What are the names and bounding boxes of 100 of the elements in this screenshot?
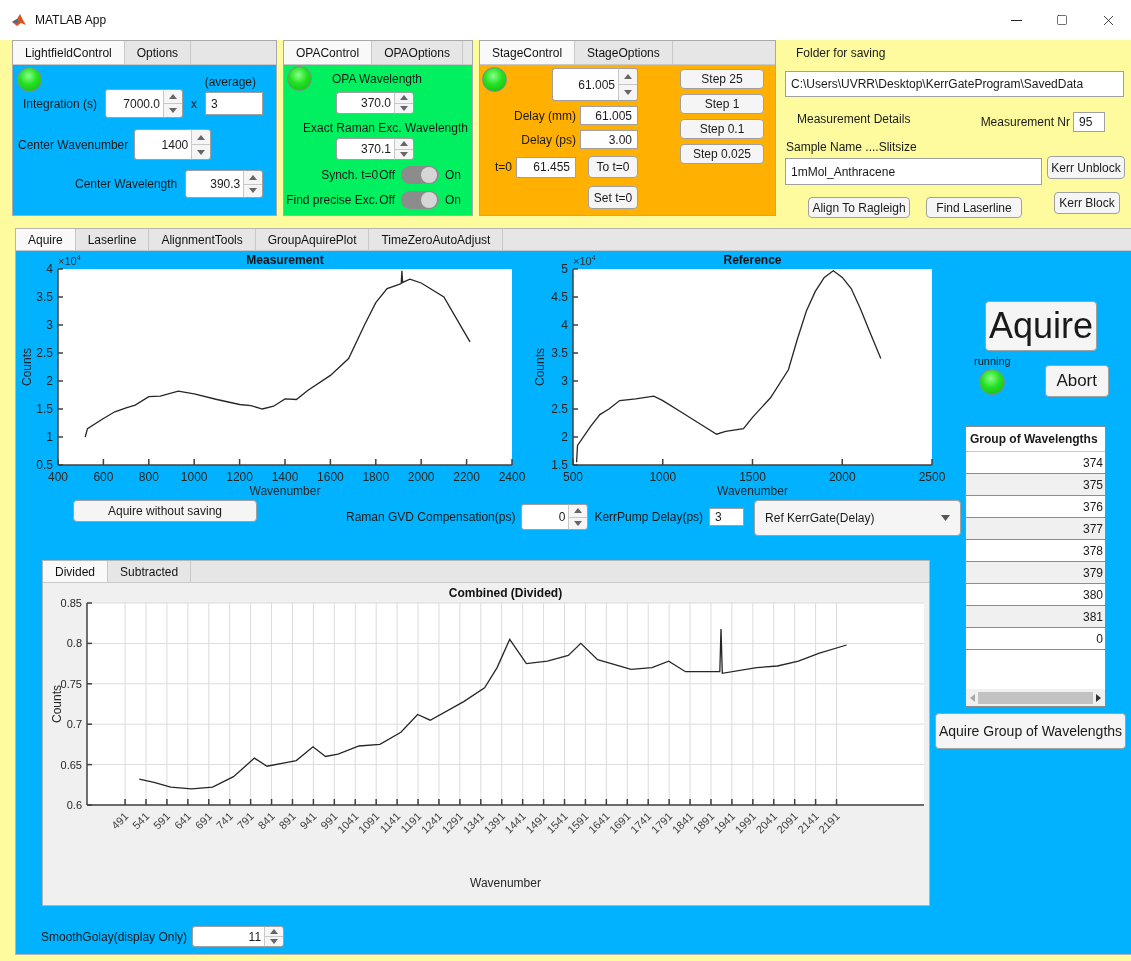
increment-button[interactable] <box>619 69 637 84</box>
increment-button[interactable] <box>395 93 413 103</box>
tick-label: 3.5 <box>36 290 53 304</box>
decrement-button[interactable] <box>395 102 413 113</box>
average-field[interactable]: 3 <box>205 92 264 115</box>
delay-mm-field[interactable]: 61.005 <box>580 106 638 125</box>
decrement-button[interactable] <box>619 84 637 100</box>
switch-label: Synch. t=0 <box>321 168 379 182</box>
tab[interactable]: LightfieldControl <box>13 41 125 64</box>
step-button[interactable]: Step 25 <box>680 69 764 89</box>
tick-label: 1000 <box>180 470 208 484</box>
step-button[interactable]: Step 0.025 <box>680 144 764 164</box>
tab[interactable]: OPAControl <box>284 41 373 64</box>
reference-dropdown[interactable]: Ref KerrGate(Delay) <box>754 500 962 536</box>
up-triangle-icon <box>400 95 408 101</box>
tick-label: 0.7 <box>66 718 82 731</box>
tick-label: 541 <box>129 809 152 832</box>
number-field[interactable]: 11 <box>192 926 265 947</box>
up-triangle-icon <box>249 174 258 180</box>
delay-ps-field[interactable]: 3.00 <box>580 130 638 149</box>
down-triangle-icon <box>400 151 408 157</box>
tick-label: 491 <box>109 809 131 832</box>
tick-label: 1.5 <box>36 402 53 416</box>
table-cell: 377 <box>966 518 1105 540</box>
step-button[interactable]: Step 0.1 <box>680 119 764 139</box>
tick-label: 2.5 <box>36 346 53 360</box>
kerrpump-delay-field[interactable]: 3 <box>709 508 745 526</box>
tick-label: 841 <box>255 809 277 832</box>
measurement-nr-field[interactable]: 95 <box>1073 112 1105 132</box>
field-label: Raman GVD Compensation(ps) <box>346 510 516 524</box>
tick-label: 1 <box>46 430 53 444</box>
maximize-icon <box>1056 14 1068 26</box>
increment-button[interactable] <box>164 90 183 103</box>
window-title: MATLAB App <box>35 13 107 27</box>
increment-button[interactable] <box>569 505 588 517</box>
tick-label: 791 <box>234 809 257 832</box>
tick-label: 2000 <box>407 470 435 484</box>
decrement-button[interactable] <box>265 936 284 946</box>
number-field[interactable]: 7000.0 <box>105 89 164 118</box>
down-triangle-icon <box>624 90 632 95</box>
aquire-without-saving-button[interactable]: Aquire without saving <box>73 500 257 522</box>
table-cell: 375 <box>966 474 1105 496</box>
sample-name-field[interactable]: 1mMol_Anthracene <box>785 158 1042 185</box>
number-field[interactable]: 0 <box>521 504 569 530</box>
up-triangle-icon <box>624 74 632 79</box>
folder-path-field[interactable]: C:\Users\UVRR\Desktop\KerrGateProgram\SavedData <box>785 71 1124 97</box>
tick-label: 2500 <box>918 470 946 484</box>
aquire-button[interactable]: Aquire <box>985 301 1097 351</box>
field-label: OPA Wavelength <box>332 71 423 86</box>
decrement-button[interactable] <box>395 148 413 159</box>
tick-label: 2200 <box>453 470 480 484</box>
off-label: Off <box>379 193 395 207</box>
kerr-unblock-button[interactable]: Kerr Unblock <box>1047 156 1125 179</box>
tick-label: 800 <box>138 470 159 484</box>
abort-button[interactable]: Abort <box>1044 365 1109 397</box>
number-field[interactable]: 61.005 <box>552 68 618 101</box>
down-triangle-icon <box>249 188 258 194</box>
increment-button[interactable] <box>395 139 413 149</box>
number-field[interactable]: 1400 <box>134 129 192 160</box>
number-field[interactable]: 390.3 <box>185 170 244 198</box>
tick-label: 2000 <box>828 470 856 484</box>
chart-title: Combined (Divided) <box>448 586 563 600</box>
tab[interactable]: Divided <box>43 561 109 582</box>
toggle-switch[interactable] <box>401 191 439 209</box>
number-field[interactable]: 370.0 <box>336 92 394 114</box>
increment-button[interactable] <box>265 927 284 936</box>
aquire-group-button[interactable]: Aquire Group of Wavelengths <box>935 713 1126 749</box>
set-t0-button[interactable]: Set t=0 <box>588 186 638 209</box>
tick-label: 1.5 <box>551 458 568 472</box>
number-field[interactable]: 370.1 <box>336 138 394 160</box>
axis-multiplier: ×10$^{4}$ <box>58 254 81 267</box>
scrollbar-thumb[interactable] <box>978 691 1093 704</box>
tick-label: 3 <box>561 374 568 388</box>
increment-button[interactable] <box>192 130 211 144</box>
tick-label: 4 <box>46 262 53 276</box>
step-button[interactable]: Step 1 <box>680 94 764 114</box>
tick-label: 1800 <box>362 470 390 484</box>
toggle-switch[interactable] <box>401 166 439 184</box>
tick-label: 0.8 <box>66 637 82 650</box>
align-button[interactable]: Align To Ragleigh <box>808 197 910 218</box>
kerr-block-button[interactable]: Kerr Block <box>1054 192 1120 214</box>
axis-title: Wavenumber <box>249 484 321 498</box>
field-label: (average) <box>204 75 256 89</box>
status-label: running <box>974 355 1011 367</box>
tab[interactable]: StageControl <box>480 41 576 64</box>
tab[interactable]: Aquire <box>16 229 76 250</box>
time-zero-field[interactable]: 61.455 <box>516 156 576 178</box>
increment-button[interactable] <box>244 171 263 184</box>
decrement-button[interactable] <box>164 103 183 117</box>
decrement-button[interactable] <box>192 144 211 159</box>
on-label: On <box>445 193 461 207</box>
app-logo-icon <box>11 12 27 28</box>
right-arrow-icon[interactable] <box>1096 693 1101 702</box>
field-label: t=0 <box>495 160 512 174</box>
tick-label: 641 <box>171 809 194 832</box>
tick-label: 4.5 <box>551 290 568 304</box>
table-cell: 381 <box>966 606 1105 628</box>
find-laserline-button[interactable]: Find Laserline <box>926 197 1022 218</box>
to-t0-button[interactable]: To t=0 <box>588 156 638 178</box>
field-label: Delay (ps) <box>521 132 576 147</box>
